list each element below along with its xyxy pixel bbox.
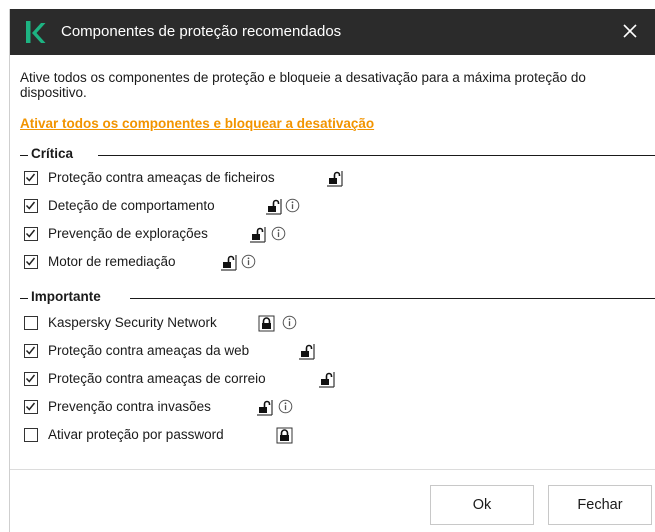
checkmark-icon [25,402,36,411]
label-web-threat-protection[interactable]: Proteção contra ameaças da web [48,343,249,358]
checkmark-icon [25,374,36,383]
info-icon[interactable] [241,254,256,269]
label-exploit-prevention[interactable]: Prevenção de explorações [48,226,208,241]
section-critica: Crítica [20,146,655,164]
label-kaspersky-security-network[interactable]: Kaspersky Security Network [48,315,217,330]
checkbox-kaspersky-security-network[interactable] [24,316,38,330]
label-password-protection[interactable]: Ativar proteção por password [48,427,224,442]
dialog-window: Componentes de proteção recomendados Ati… [9,9,655,532]
checkmark-icon [25,257,36,266]
label-remediation-engine[interactable]: Motor de remediação [48,254,176,269]
info-icon[interactable] [271,226,286,241]
checkbox-behavior-detection[interactable] [24,199,38,213]
checkbox-exploit-prevention[interactable] [24,227,38,241]
lock-open-icon[interactable] [265,198,282,215]
checkbox-intrusion-prevention[interactable] [24,400,38,414]
checkmark-icon [25,346,36,355]
checkmark-icon [25,229,36,238]
lock-open-icon[interactable] [256,399,273,416]
label-intrusion-prevention[interactable]: Prevenção contra invasões [48,399,211,414]
section-label-importante: Importante [31,289,103,304]
lock-open-icon[interactable] [318,371,335,388]
kaspersky-logo-icon [26,21,46,43]
label-behavior-detection[interactable]: Deteção de comportamento [48,198,215,213]
fechar-button[interactable]: Fechar [548,485,652,525]
checkbox-remediation-engine[interactable] [24,255,38,269]
checkmark-icon [25,201,36,210]
ok-button[interactable]: Ok [430,485,534,525]
dialog-title: Componentes de proteção recomendados [61,23,342,40]
label-file-threat-protection[interactable]: Proteção contra ameaças de ficheiros [48,170,275,185]
lock-open-icon[interactable] [249,226,266,243]
intro-text: Ative todos os componentes de proteção e… [20,70,586,100]
checkbox-mail-threat-protection[interactable] [24,372,38,386]
lock-closed-icon[interactable] [258,315,275,332]
footer-divider [10,469,655,470]
checkbox-password-protection[interactable] [24,428,38,442]
lock-open-icon[interactable] [220,254,237,271]
checkbox-web-threat-protection[interactable] [24,344,38,358]
section-importante: Importante [20,289,655,307]
lock-open-icon[interactable] [326,170,343,187]
close-icon[interactable] [619,20,641,42]
label-mail-threat-protection[interactable]: Proteção contra ameaças de correio [48,371,266,386]
info-icon[interactable] [282,315,297,330]
checkmark-icon [25,173,36,182]
info-icon[interactable] [278,399,293,414]
lock-open-icon[interactable] [298,343,315,360]
lock-closed-icon[interactable] [276,427,293,444]
title-bar: Componentes de proteção recomendados [10,9,655,55]
section-label-critica: Crítica [31,146,76,161]
info-icon[interactable] [285,198,300,213]
enable-all-link[interactable]: Ativar todos os componentes e bloquear a… [20,116,374,131]
checkbox-file-threat-protection[interactable] [24,171,38,185]
